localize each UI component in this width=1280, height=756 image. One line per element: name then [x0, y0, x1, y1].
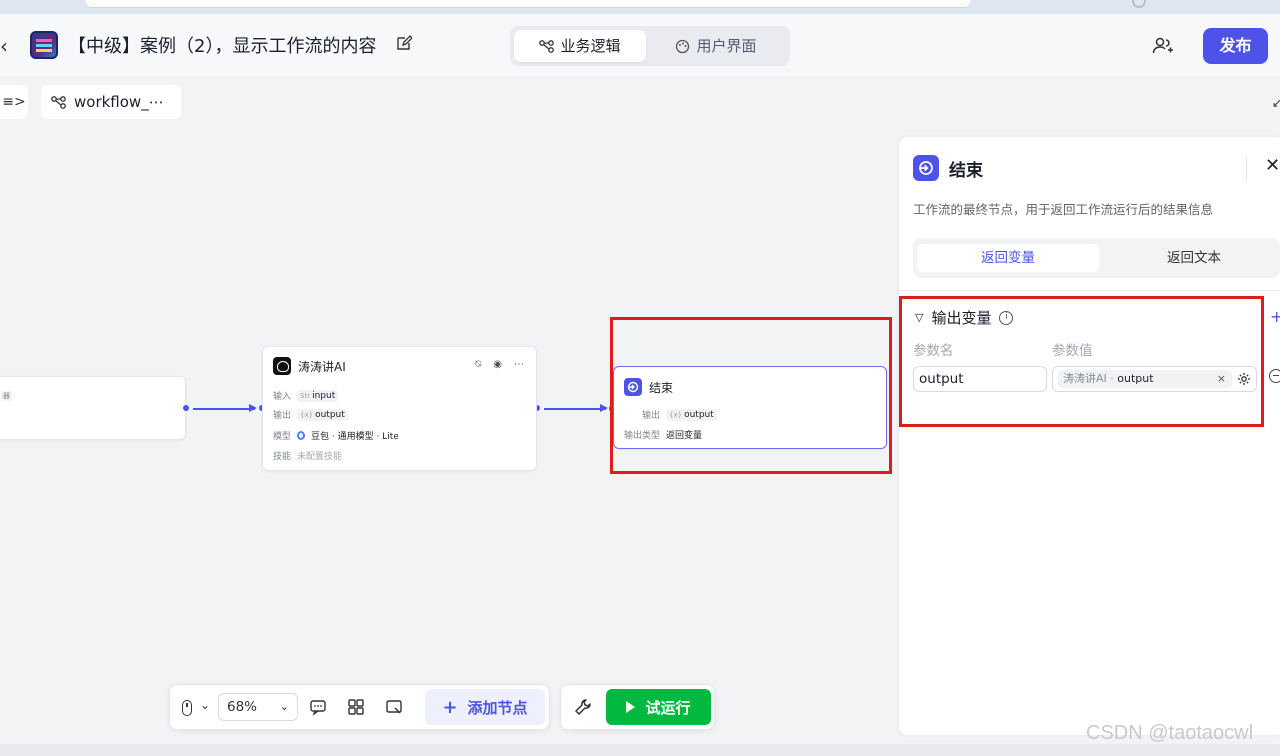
- browser-strip: [0, 0, 1280, 14]
- start-node-partial[interactable]: 器: [0, 376, 186, 440]
- browser-icon[interactable]: [1132, 0, 1146, 8]
- input-row: 输入 Str input: [273, 389, 339, 402]
- test-run-label: 试运行: [645, 698, 691, 717]
- run-node-icon[interactable]: ◉: [493, 359, 502, 370]
- mouse-icon[interactable]: [182, 700, 192, 716]
- return-mode-switch: 返回变量 返回文本: [913, 238, 1280, 278]
- end-icon: [913, 155, 939, 181]
- divider: [899, 290, 1280, 291]
- palette-icon: [676, 39, 690, 53]
- input-label: 输入: [273, 392, 292, 402]
- panel-title: 结束: [949, 160, 983, 181]
- address-bar[interactable]: [84, 0, 972, 8]
- chevron-down-icon[interactable]: ⌄: [200, 698, 210, 712]
- model-value: 豆包 · 通用模型 · Lite: [311, 432, 399, 442]
- output-value: output: [315, 409, 345, 420]
- panel-header: 结束: [913, 155, 983, 181]
- editor-header: ‹ 【中级】案例（2），显示工作流的内容 业务逻辑 用户界面 发布: [0, 14, 1280, 78]
- input-tag: Str input: [297, 389, 339, 402]
- tab-user-interface-label: 用户界面: [696, 37, 757, 55]
- layout-icon[interactable]: [347, 698, 365, 716]
- bottom-bar: [0, 744, 1280, 756]
- view-tabs: 业务逻辑 用户界面: [510, 26, 790, 66]
- workflow-icon: [539, 39, 555, 53]
- canvas-toolbar: ⌄ 68% ⌄ + 添加节点: [169, 684, 550, 730]
- llm-node-title: 涛涛讲AI: [298, 359, 346, 374]
- type-label: Str: [300, 391, 311, 400]
- more-icon[interactable]: ⋯: [514, 359, 524, 370]
- back-icon[interactable]: ‹: [0, 34, 8, 58]
- model-icon: [273, 357, 291, 375]
- highlight-box: [899, 296, 1264, 427]
- skill-row: 技能 未配置技能: [273, 449, 342, 462]
- workflow-chip[interactable]: workflow_⋯: [41, 85, 181, 119]
- output-port[interactable]: [183, 405, 189, 411]
- output-label: 输出: [273, 411, 292, 421]
- type-label: {x}: [300, 410, 314, 419]
- panel-description: 工作流的最终节点，用于返回工作流运行后的结果信息: [913, 202, 1214, 217]
- wrench-icon[interactable]: [573, 697, 593, 717]
- edge: [544, 405, 608, 411]
- node-config-panel: 结束 ✕ 工作流的最终节点，用于返回工作流运行后的结果信息 返回变量 返回文本 …: [899, 137, 1280, 735]
- model-label: 模型: [273, 432, 292, 442]
- edit-icon[interactable]: [396, 35, 412, 51]
- llm-node[interactable]: 涛涛讲AI ⍉ ◉ ⋯ 输入 Str input 输出 {x} output 模型 …: [262, 346, 537, 471]
- tab-business-logic[interactable]: 业务逻辑: [514, 30, 646, 62]
- test-run-button[interactable]: 试运行: [606, 689, 711, 725]
- workflow-chip-label: workflow_⋯: [74, 93, 164, 111]
- bell-off-icon[interactable]: ⍉: [475, 359, 481, 370]
- comment-icon[interactable]: [309, 698, 327, 716]
- publish-button[interactable]: 发布: [1203, 28, 1268, 64]
- chevron-down-icon: ⌄: [279, 700, 289, 713]
- app-icon: [30, 31, 58, 59]
- model-row: 模型 豆包 · 通用模型 · Lite: [273, 429, 399, 442]
- tab-business-logic-label: 业务逻辑: [560, 37, 621, 55]
- workflow-icon: [51, 95, 66, 109]
- page-title: 【中级】案例（2），显示工作流的内容: [68, 36, 377, 57]
- run-toolbar: 试运行: [560, 684, 715, 730]
- llm-node-header: 涛涛讲AI: [273, 357, 346, 375]
- minimap-icon[interactable]: [385, 698, 403, 716]
- node-tag: 器: [1, 391, 12, 401]
- close-icon[interactable]: ✕: [1265, 155, 1280, 176]
- node-actions: ⍉ ◉ ⋯: [475, 359, 524, 370]
- add-variable-icon[interactable]: +: [1270, 307, 1280, 326]
- input-value: input: [312, 390, 336, 401]
- sidebar-toggle[interactable]: ≡>: [0, 85, 28, 119]
- collapse-icon[interactable]: ↙: [1272, 96, 1280, 110]
- remove-variable-icon[interactable]: [1269, 369, 1280, 383]
- edge: [193, 405, 257, 411]
- output-row: 输出 {x} output: [273, 408, 348, 421]
- add-node-button[interactable]: + 添加节点: [425, 689, 545, 725]
- tab-return-variable[interactable]: 返回变量: [917, 244, 1099, 272]
- zoom-select[interactable]: 68% ⌄: [218, 693, 298, 721]
- plus-icon: +: [442, 696, 458, 718]
- divider: [1246, 157, 1247, 181]
- add-node-label: 添加节点: [467, 698, 528, 717]
- play-icon: [626, 701, 636, 713]
- output-tag: {x} output: [297, 408, 348, 421]
- zoom-value: 68%: [227, 699, 258, 715]
- collaborators-icon[interactable]: [1152, 36, 1174, 56]
- highlight-box: [610, 317, 892, 474]
- watermark: CSDN @taotaocwl: [1086, 722, 1254, 744]
- skill-value: 未配置技能: [297, 452, 343, 462]
- doubao-icon: [297, 431, 306, 440]
- tab-user-interface[interactable]: 用户界面: [650, 30, 782, 62]
- tab-return-text[interactable]: 返回文本: [1103, 244, 1280, 272]
- skill-label: 技能: [273, 452, 292, 462]
